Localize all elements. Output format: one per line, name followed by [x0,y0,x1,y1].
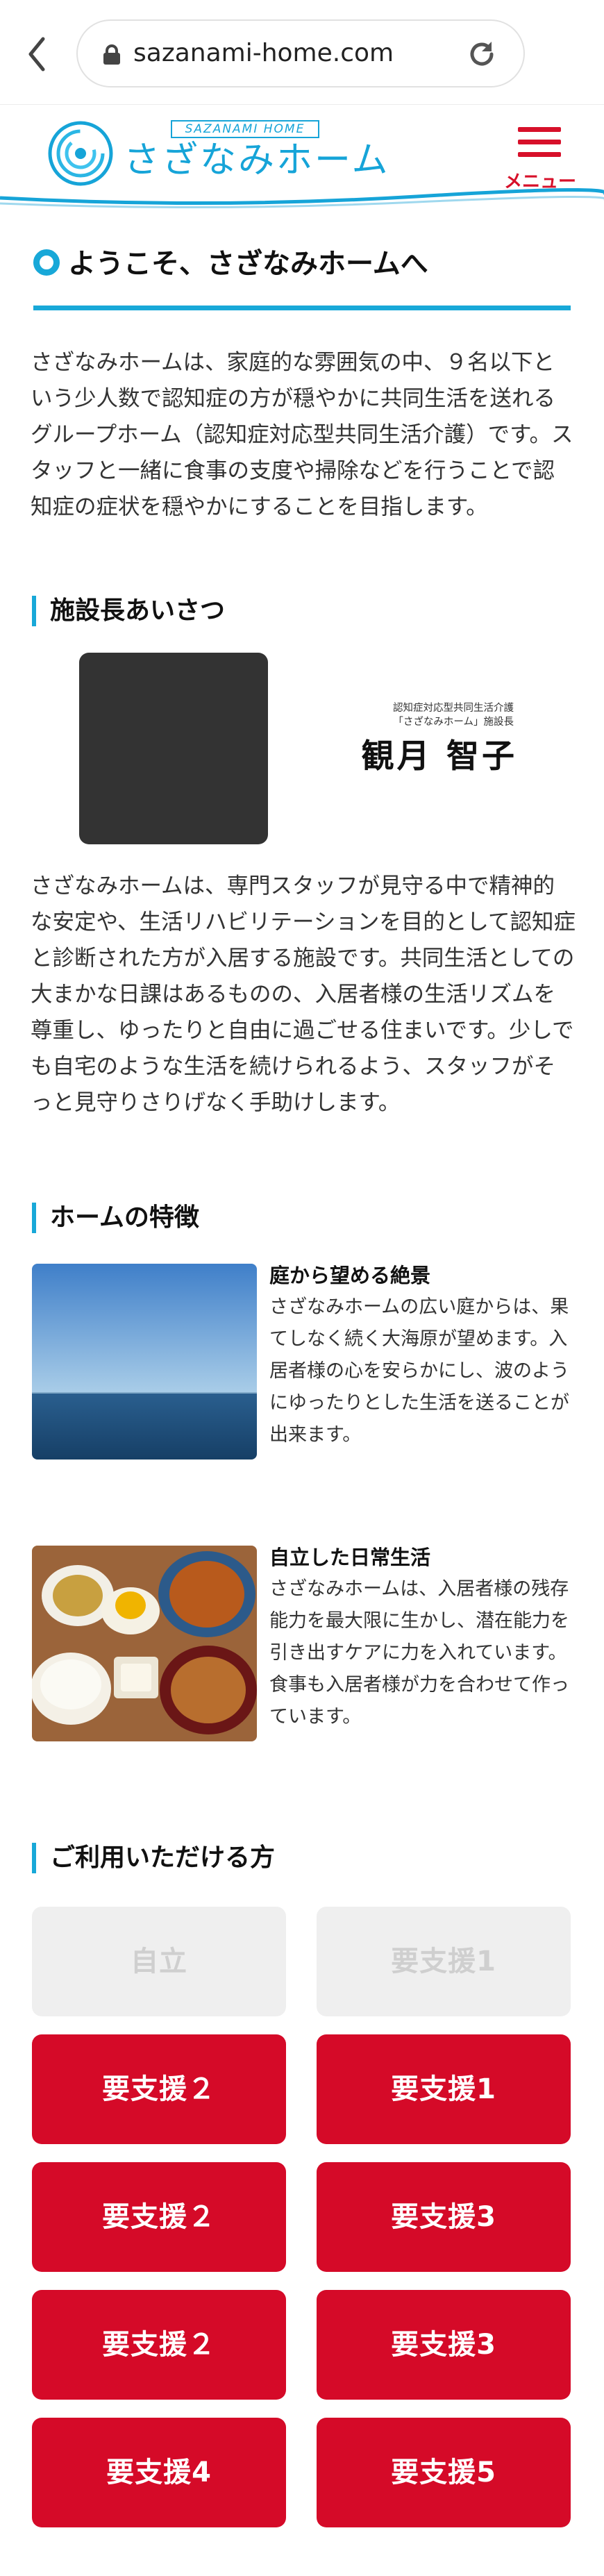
welcome-body: さざなみホームは、家庭的な雰囲気の中、９名以下という少人数で認知症の方が穏やかに… [31,350,573,519]
back-arrow-icon[interactable] [24,33,51,75]
care-level-button[interactable]: 要支援２ [32,2290,286,2400]
care-level-button[interactable]: 要支援1 [317,2034,571,2144]
circle-bullet-icon [33,249,60,276]
feature-title: 自立した日常生活 [269,1546,431,1569]
lock-icon [103,44,121,65]
logo-title[interactable]: さざなみホーム [124,135,389,185]
heading-underline [33,306,571,310]
director-role: 認知症対応型共同生活介護 「さざなみホーム」施設長 [333,701,514,729]
address-bar[interactable]: sazanami-home.com [76,19,525,87]
director-photo [79,653,268,844]
care-level-button[interactable]: 要支援２ [32,2162,286,2272]
heading-accent-bar [32,1843,36,1873]
director-message: さざなみホームは、専門スタッフが見守る中で精神的な安定や、生活リハビリテーション… [31,873,576,1115]
eligibility-section-title: ご利用いただける方 [50,1843,276,1872]
feature-text: さざなみホームは、入居者様の残存能力を最大限に生かし、潜在能力を引き出すケアに力… [269,1578,569,1728]
care-level-button[interactable]: 要支援1 [317,1907,571,2016]
feature-title: 庭から望める絶景 [269,1264,431,1287]
care-level-button[interactable]: 要支援5 [317,2418,571,2527]
director-role-line-2: 「さざなみホーム」施設長 [393,717,514,728]
menu-button[interactable]: メニュー [498,123,582,192]
url-text: sazanami-home.com [133,39,394,67]
care-level-button[interactable]: 自立 [32,1907,286,2016]
director-role-line-1: 認知症対応型共同生活介護 [393,703,514,714]
care-level-button[interactable]: 要支援4 [32,2418,286,2527]
reload-icon[interactable] [465,37,498,71]
site-header: SAZANAMI HOME さざなみホーム メニュー [0,104,604,216]
care-level-button[interactable]: 要支援3 [317,2290,571,2400]
features-section-title: ホームの特徴 [50,1203,199,1232]
director-name: 観月 智子 [361,737,517,776]
meal-image [32,1546,257,1741]
browser-toolbar: sazanami-home.com [0,0,604,104]
heading-accent-bar [32,596,36,626]
director-section-title: 施設長あいさつ [50,596,226,625]
heading-accent-bar [32,1203,36,1233]
welcome-title: ようこそ、さざなみホームへ [68,248,428,280]
feature-text: さざなみホームの広い庭からは、果てしなく続く大海原が望めます。入居者様の心を安ら… [269,1296,569,1446]
ocean-view-image [32,1264,257,1460]
welcome-heading: ようこそ、さざなみホームへ [33,240,575,284]
care-level-button[interactable]: 要支援3 [317,2162,571,2272]
care-level-button[interactable]: 要支援２ [32,2034,286,2144]
header-wave-divider [0,188,604,209]
wave-logo-icon[interactable] [46,119,115,188]
